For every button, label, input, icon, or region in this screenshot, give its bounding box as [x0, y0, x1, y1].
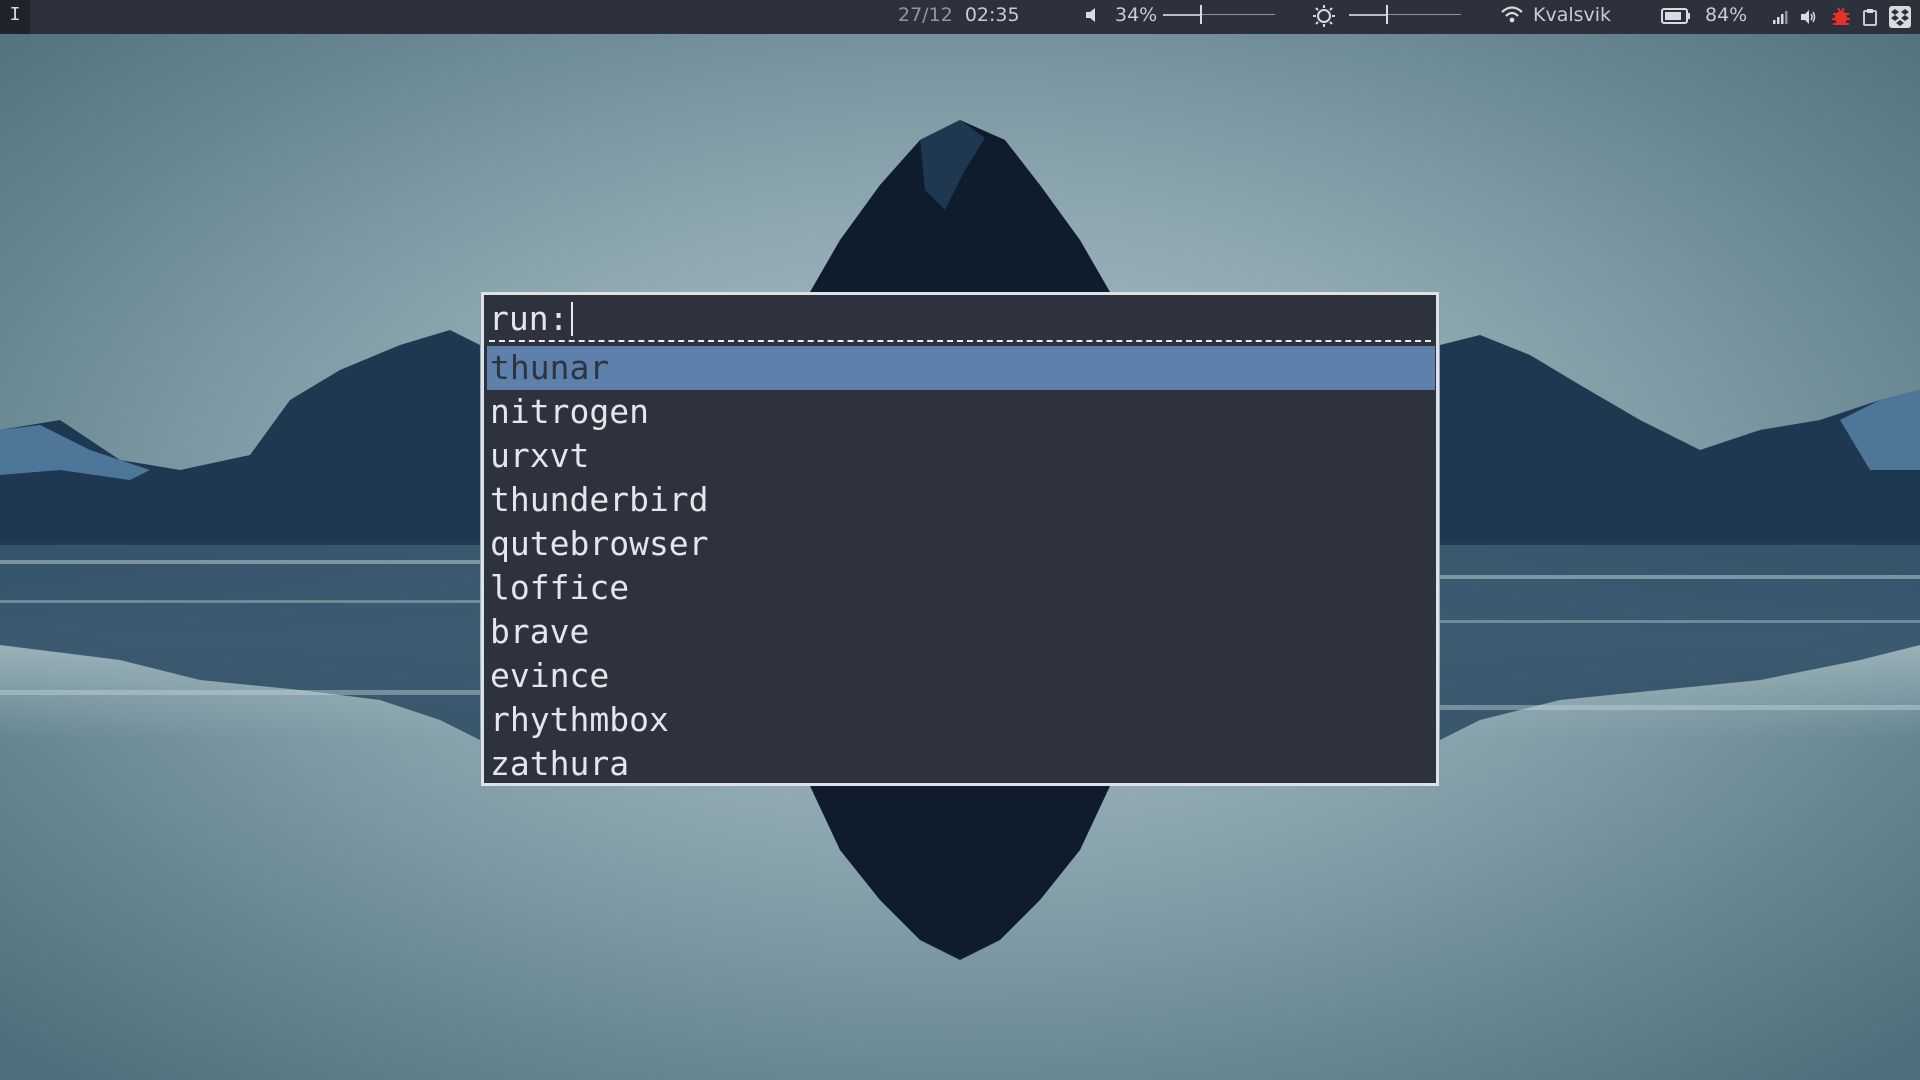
bug-icon[interactable]: [1831, 7, 1851, 27]
dropbox-icon[interactable]: [1889, 6, 1911, 28]
launcher-item[interactable]: rhythmbox: [487, 698, 1435, 742]
network-name: Kvalsvik: [1533, 4, 1612, 26]
volume-percent: 34%: [1115, 4, 1158, 26]
volume-icon[interactable]: [1800, 9, 1818, 25]
brightness-icon[interactable]: [1312, 4, 1336, 28]
battery-icon[interactable]: [1661, 8, 1691, 24]
status-bar: I 27/12 02:35 34% Kvalsvik 84%: [0, 0, 1920, 34]
launcher-item[interactable]: evince: [487, 654, 1435, 698]
wifi-icon[interactable]: [1500, 5, 1524, 27]
launcher-item[interactable]: zathura: [487, 742, 1435, 786]
clipboard-icon[interactable]: [1862, 8, 1878, 26]
launcher-item[interactable]: nitrogen: [487, 390, 1435, 434]
run-launcher: run: thunar nitrogen urxvt thunderbird q…: [481, 292, 1439, 786]
launcher-results-list: thunar nitrogen urxvt thunderbird qutebr…: [487, 346, 1435, 786]
text-cursor: [571, 302, 574, 336]
launcher-item-selected[interactable]: thunar: [487, 346, 1435, 390]
launcher-input-row[interactable]: run:: [489, 298, 1431, 342]
clock-time: 02:35: [964, 4, 1020, 26]
launcher-item[interactable]: thunderbird: [487, 478, 1435, 522]
speaker-icon[interactable]: [1084, 6, 1102, 26]
launcher-item[interactable]: qutebrowser: [487, 522, 1435, 566]
brightness-slider-fill: [1349, 14, 1388, 16]
workspace-indicator[interactable]: I: [0, 0, 30, 34]
launcher-item[interactable]: urxvt: [487, 434, 1435, 478]
battery-percent: 84%: [1705, 4, 1748, 26]
clock: 27/12 02:35: [898, 0, 1020, 34]
volume-slider-fill: [1163, 14, 1202, 16]
clock-date: 27/12: [898, 4, 953, 26]
volume-slider-handle[interactable]: [1200, 5, 1203, 24]
signal-icon[interactable]: [1772, 9, 1788, 25]
brightness-slider-handle[interactable]: [1386, 5, 1389, 24]
prompt-label: run:: [489, 299, 569, 338]
launcher-item[interactable]: loffice: [487, 566, 1435, 610]
battery-level-fill: [1665, 12, 1681, 20]
launcher-item[interactable]: brave: [487, 610, 1435, 654]
